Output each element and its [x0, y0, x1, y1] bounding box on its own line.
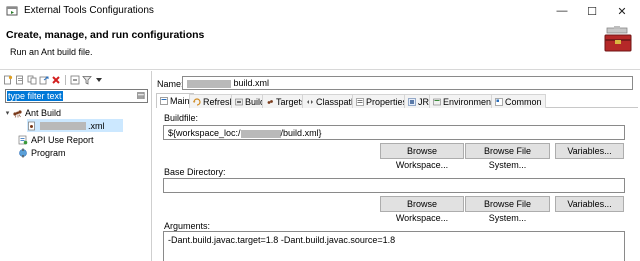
duplicate-icon[interactable] [27, 75, 37, 85]
main-tab-icon [160, 97, 168, 105]
build-icon [235, 98, 243, 105]
tree-item-ant-build[interactable]: ▾ Ant Build [3, 106, 61, 119]
new-config-icon[interactable] [3, 75, 13, 85]
tree-item-label: Program [31, 147, 66, 158]
redacted-name [187, 79, 231, 88]
config-tabs: Main Refresh Build Targets Classpath Pro… [156, 93, 638, 108]
header-subtitle: Run an Ant build file. [10, 47, 93, 57]
chevron-down-icon[interactable]: ▾ [3, 109, 12, 117]
tree-item-label: Ant Build [25, 107, 62, 118]
tab-environment[interactable]: Environment [429, 94, 498, 108]
base-directory-label: Base Directory: [164, 167, 226, 177]
filter-text: type filter text [7, 91, 63, 101]
buildfile-label: Buildfile: [164, 113, 199, 123]
browse-file-system-button[interactable]: Browse File System... [465, 143, 550, 170]
classpath-icon [307, 99, 313, 104]
toolbox-icon [604, 26, 632, 52]
tree-item-label: API Use Report [31, 134, 94, 145]
configurations-sidebar: type filter text ▤ ▾ Ant Build .xml API … [0, 71, 152, 261]
ant-icon [13, 109, 22, 118]
buildfile-field[interactable]: ${workspace_loc://build.xml} [163, 125, 625, 140]
filter-icon[interactable] [82, 75, 92, 85]
tab-common[interactable]: Common [491, 94, 546, 108]
common-icon [495, 97, 503, 106]
eclipse-app-icon [6, 6, 18, 16]
tab-properties[interactable]: Properties [352, 94, 412, 108]
browse-workspace-button[interactable]: Browse Workspace... [380, 143, 464, 170]
view-menu-icon[interactable] [94, 75, 104, 85]
tree-item-build-file[interactable]: .xml [27, 119, 123, 132]
program-icon [19, 148, 27, 157]
jre-icon [408, 97, 416, 106]
arguments-field[interactable]: -Dant.build.javac.target=1.8 -Dant.build… [163, 231, 625, 261]
dialog-header: Create, manage, and run configurations R… [0, 22, 640, 70]
title-bar: External Tools Configurations — ☐ ✕ [0, 0, 640, 22]
report-icon [18, 135, 28, 144]
redacted-name [240, 129, 281, 138]
browse-file-system-button-base[interactable]: Browse File System... [465, 196, 550, 223]
window-title: External Tools Configurations [24, 5, 154, 16]
tree-item-api-use-report[interactable]: API Use Report [18, 133, 94, 146]
name-value: build.xml [233, 78, 270, 88]
export-icon[interactable] [39, 75, 49, 85]
configuration-editor: Name: build.xml Main Refresh Build Targe… [153, 71, 640, 261]
clear-icon[interactable]: ▤ [136, 90, 145, 101]
filter-input[interactable]: type filter text ▤ [5, 89, 148, 103]
redacted-name [40, 121, 86, 130]
delete-icon[interactable] [51, 75, 61, 85]
tab-main[interactable]: Main [156, 93, 194, 108]
sidebar-toolbar [3, 74, 104, 86]
base-directory-field[interactable] [163, 178, 625, 193]
tree-item-label: .xml [88, 120, 105, 131]
variables-button-base[interactable]: Variables... [555, 196, 624, 212]
name-label: Name: [157, 79, 184, 89]
properties-icon [356, 97, 364, 106]
new-prototype-icon[interactable] [15, 75, 25, 85]
browse-workspace-button-base[interactable]: Browse Workspace... [380, 196, 464, 223]
tree-item-program[interactable]: Program [18, 146, 66, 159]
refresh-icon [193, 97, 201, 106]
targets-icon [267, 99, 273, 104]
close-button[interactable]: ✕ [602, 0, 640, 22]
arguments-label: Arguments: [164, 221, 211, 231]
name-field[interactable]: build.xml [182, 76, 633, 90]
header-title: Create, manage, and run configurations [6, 29, 205, 41]
environment-icon [433, 98, 441, 105]
collapse-all-icon[interactable] [70, 75, 80, 85]
variables-button[interactable]: Variables... [555, 143, 624, 159]
ant-file-icon [28, 121, 35, 130]
